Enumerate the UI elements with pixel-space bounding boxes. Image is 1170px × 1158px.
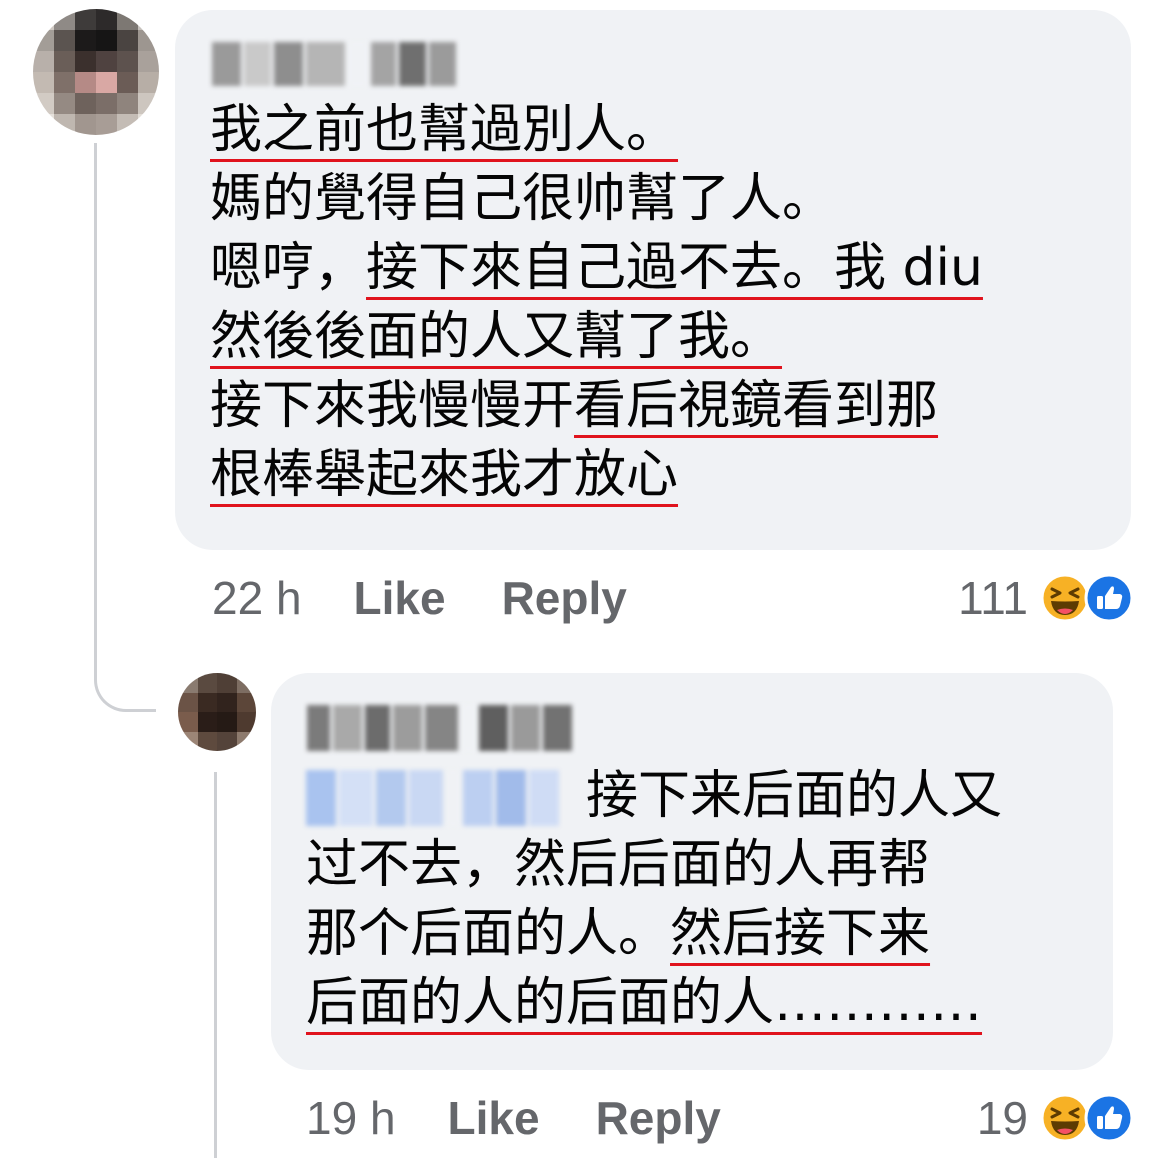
like-icon: [1084, 573, 1134, 623]
haha-icon: [1040, 573, 1090, 623]
avatar-pixel: [236, 731, 256, 751]
avatar-pixel: [197, 692, 217, 712]
avatar-pixel: [138, 114, 159, 135]
author-name-pixelated[interactable]: [212, 42, 456, 86]
reaction-count: 111: [958, 572, 1028, 624]
avatar-pixel: [217, 712, 237, 732]
avatar-pixel: [197, 673, 217, 693]
avatar-pixel: [236, 712, 256, 732]
avatar-pixel: [217, 731, 237, 751]
avatar-pixel: [54, 9, 75, 30]
avatar-pixel: [33, 72, 54, 93]
underlined-text: 接下來自己過不去。我 diu: [366, 238, 983, 298]
avatar-pixel: [178, 692, 198, 712]
underlined-text: 我之前也幫過別人。: [210, 100, 679, 160]
underlined-text: 然後後面的人又幫了我。: [210, 307, 783, 367]
avatar-pixel: [33, 114, 54, 135]
avatar-pixel: [236, 673, 256, 693]
avatar-pixel: [96, 9, 117, 30]
avatar-pixel: [33, 30, 54, 51]
avatar-pixel: [138, 72, 159, 93]
avatar-pixel: [138, 93, 159, 114]
like-button[interactable]: Like: [354, 571, 446, 625]
avatar-pixel: [75, 114, 96, 135]
avatar-pixel: [138, 9, 159, 30]
avatar[interactable]: [178, 673, 256, 751]
avatar-pixel: [75, 30, 96, 51]
text-line: 嗯哼，: [210, 238, 367, 298]
avatar-pixel: [54, 93, 75, 114]
avatar-pixel: [178, 731, 198, 751]
timestamp[interactable]: 22 h: [212, 571, 302, 625]
haha-icon: [1040, 1093, 1090, 1143]
thread-line: [94, 143, 97, 663]
underlined-text: 然后接下来: [670, 904, 931, 964]
like-icon: [1084, 1093, 1134, 1143]
avatar-pixel: [117, 114, 138, 135]
underlined-text: 后面的人的后面的人…………: [306, 973, 983, 1033]
reaction-summary[interactable]: 111: [958, 568, 1134, 628]
avatar-pixel: [96, 51, 117, 72]
text-line: 媽的覺得自己很帅幫了人。: [210, 169, 835, 229]
avatar-pixel: [138, 30, 159, 51]
avatar-pixel: [217, 673, 237, 693]
comment-actions: 19 h Like Reply: [306, 1088, 721, 1148]
avatar-pixel: [75, 72, 96, 93]
comment-text: 我之前也幫過別人。 媽的覺得自己很帅幫了人。 嗯哼，接下來自己過不去。我 diu…: [210, 96, 1110, 510]
avatar-pixel: [178, 673, 198, 693]
avatar-pixel: [217, 692, 237, 712]
text-line: 那个后面的人。: [306, 904, 671, 964]
avatar-pixel: [33, 93, 54, 114]
avatar-pixel: [33, 51, 54, 72]
avatar-pixel: [75, 9, 96, 30]
avatar-pixel: [236, 692, 256, 712]
avatar-pixel: [96, 114, 117, 135]
reaction-summary[interactable]: 19: [977, 1088, 1134, 1148]
avatar-pixel: [178, 712, 198, 732]
avatar[interactable]: [33, 9, 159, 135]
text-line: 接下来后面的人又: [586, 766, 1003, 826]
reaction-count: 19: [976, 1092, 1028, 1144]
underlined-text: 看后視鏡看到那: [574, 376, 939, 436]
reply-connector: [94, 640, 156, 712]
avatar-pixel: [75, 93, 96, 114]
timestamp[interactable]: 19 h: [306, 1091, 396, 1145]
avatar-pixel: [54, 72, 75, 93]
avatar-pixel: [197, 712, 217, 732]
avatar-pixel: [75, 51, 96, 72]
avatar-pixel: [197, 731, 217, 751]
underlined-text: 根棒舉起來我才放心: [210, 445, 679, 505]
reply-button[interactable]: Reply: [596, 1091, 721, 1145]
text-line: 过不去，然后后面的人再帮: [306, 835, 931, 895]
avatar-pixel: [54, 114, 75, 135]
avatar-pixel: [117, 93, 138, 114]
comment-actions: 22 h Like Reply: [212, 568, 627, 628]
avatar-pixel: [117, 9, 138, 30]
author-name-pixelated[interactable]: [307, 705, 573, 751]
avatar-pixel: [138, 51, 159, 72]
avatar-pixel: [54, 30, 75, 51]
avatar-pixel: [54, 51, 75, 72]
avatar-pixel: [96, 93, 117, 114]
avatar-pixel: [117, 30, 138, 51]
avatar-pixel: [117, 72, 138, 93]
avatar-pixel: [96, 30, 117, 51]
avatar-pixel: [96, 72, 117, 93]
like-button[interactable]: Like: [448, 1091, 540, 1145]
reply-button[interactable]: Reply: [502, 571, 627, 625]
avatar-pixel: [33, 9, 54, 30]
comment-text: 接下来后面的人又 过不去，然后后面的人再帮 那个后面的人。然后接下来 后面的人的…: [306, 762, 1086, 1038]
avatar-pixel: [117, 51, 138, 72]
text-line: 接下來我慢慢开: [210, 376, 575, 436]
thread-line: [214, 772, 217, 1158]
